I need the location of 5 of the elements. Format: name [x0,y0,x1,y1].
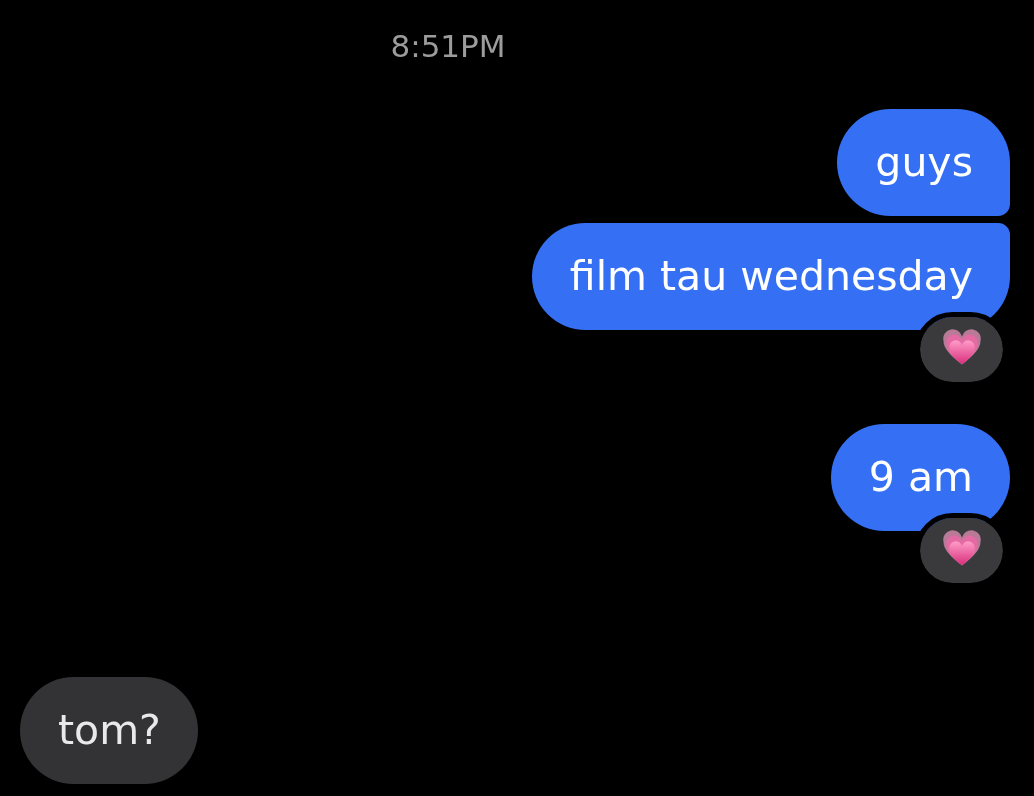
message-bubble: film tau wednesday [531,223,1010,330]
message-bubble: tom? [20,677,198,784]
timestamp: 8:51PM [390,28,506,64]
message-bubble: 9 am [830,424,1010,531]
message-bubble: guys [837,109,1010,216]
